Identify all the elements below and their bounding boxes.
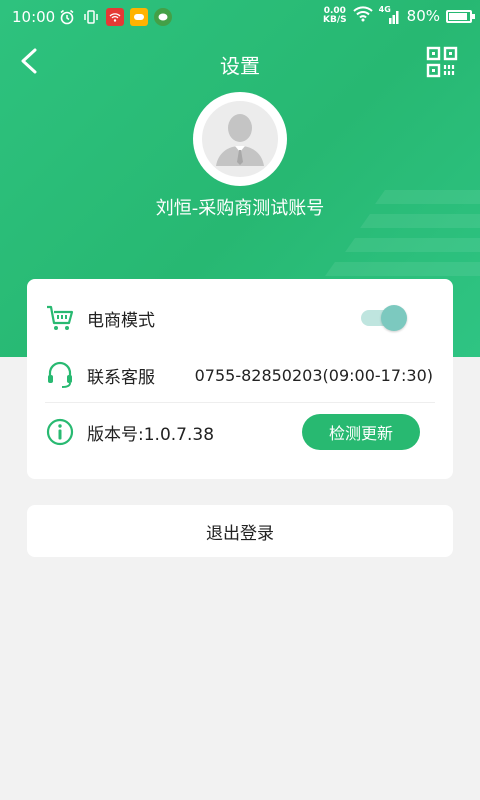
logout-button[interactable]: 退出登录 [27,505,453,557]
wifi-icon [352,6,373,26]
qr-scan-button[interactable] [426,46,458,78]
signal-icon: 4G [379,5,401,25]
ecommerce-mode-row: 电商模式 [27,289,453,347]
battery-icon [446,9,475,23]
net-speed: 0.00 KB/S [323,7,347,25]
customer-service-row[interactable]: 联系客服 0755-82850203(09:00-17:30) [27,346,453,404]
ecommerce-mode-toggle[interactable] [361,305,407,331]
cart-icon [45,303,75,333]
page-title: 设置 [220,54,260,78]
customer-service-label: 联系客服 [87,367,155,388]
username: 刘恒-采购商测试账号 [155,198,325,219]
battery-percent: 80% [406,7,440,25]
alarm-icon [58,8,76,26]
settings-card: 电商模式 联系客服 0755-82850203(09:00-17:30) 版本号… [27,279,453,479]
headset-icon [45,360,75,390]
toggle-knob [381,305,407,331]
check-update-button[interactable]: 检测更新 [302,414,420,450]
decor-stripe [345,238,480,252]
version-label: 版本号:1.0.7.38 [87,424,215,445]
status-bar: 10:00 0.00 KB/S 4G 80% [0,0,480,34]
net-speed-unit: KB/S [323,15,347,25]
info-icon [45,417,75,447]
game-app-icon [130,8,148,26]
avatar[interactable] [193,92,287,186]
customer-service-phone[interactable]: 0755-82850203(09:00-17:30) [195,366,433,385]
wifi-app-icon [106,8,124,26]
version-row: 版本号:1.0.7.38 检测更新 [27,403,453,461]
vibrate-icon [82,8,100,26]
default-avatar-icon [202,101,278,177]
qr-code-icon [426,46,458,78]
decor-stripe [325,262,480,276]
status-time: 10:00 [12,8,56,26]
message-app-icon [154,8,172,26]
ecommerce-mode-label: 电商模式 [87,310,155,331]
